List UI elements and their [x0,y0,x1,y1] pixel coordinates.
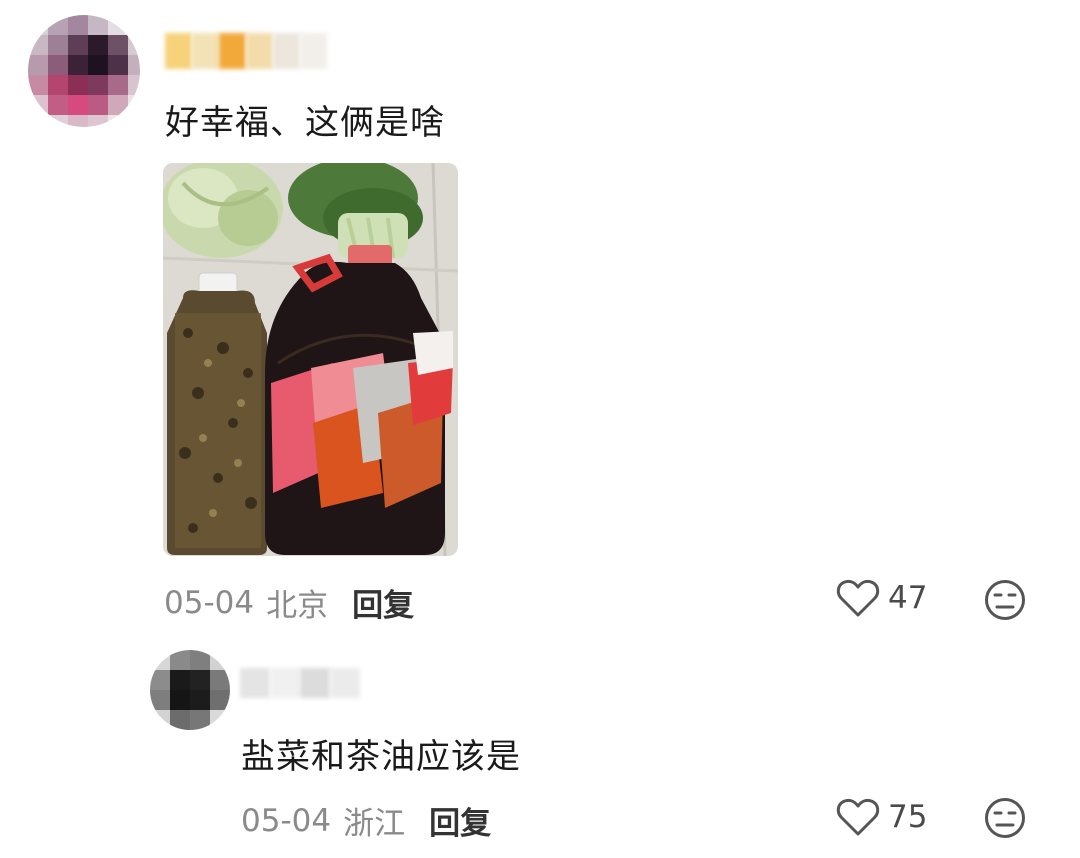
comment-date: 05-04 [164,584,255,621]
username-blurred[interactable] [165,33,327,69]
photo-content [163,163,458,556]
comment-text: 盐菜和茶油应该是 [241,737,521,777]
avatar[interactable] [28,15,140,127]
comment-location: 北京 [266,588,329,624]
meh-face-icon [985,798,1025,838]
like-button[interactable]: 47 [836,578,927,618]
avatar[interactable] [150,650,230,730]
heart-outline-icon [836,579,880,617]
username-blurred[interactable] [240,668,360,698]
reply-button[interactable]: 回复 [352,580,414,625]
comment-text: 好幸福、这俩是啥 [165,103,445,143]
dislike-button[interactable] [984,579,1026,621]
heart-outline-icon [836,798,880,836]
reply-button[interactable]: 回复 [429,798,491,843]
comment-location: 浙江 [343,806,406,842]
like-count: 75 [888,799,928,835]
dislike-button[interactable] [984,797,1026,839]
comment-date: 05-04 [241,802,332,839]
like-count: 47 [888,580,928,616]
comment-photo[interactable] [163,163,458,556]
like-button[interactable]: 75 [836,797,927,837]
meh-face-icon [985,580,1025,620]
comment-meta: 05-04 北京 回复 [164,580,414,625]
comment-meta: 05-04 浙江 回复 [241,798,491,843]
